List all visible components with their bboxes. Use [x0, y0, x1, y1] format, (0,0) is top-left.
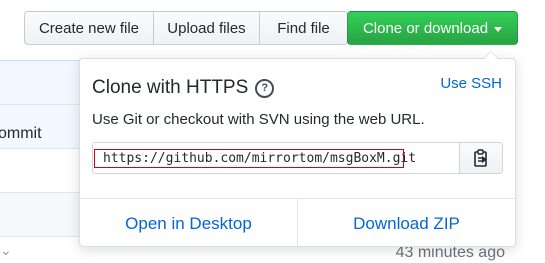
clipboard-icon: [474, 149, 488, 167]
create-new-file-button[interactable]: Create new file: [24, 11, 154, 45]
chevron-down-icon: [494, 26, 503, 32]
clone-or-download-label: Clone or download: [362, 19, 489, 37]
dropdown-pointer: [483, 51, 499, 59]
clone-or-download-button[interactable]: Clone or download: [347, 11, 518, 45]
copy-url-button[interactable]: [460, 142, 503, 174]
file-list-row: [0, 236, 80, 263]
clone-panel-description: Use Git or checkout with SVN using the w…: [92, 111, 425, 128]
upload-files-button[interactable]: Upload files: [153, 11, 260, 45]
file-list-row: [0, 192, 80, 237]
question-icon[interactable]: ?: [255, 78, 275, 98]
clone-panel-heading: Clone with HTTPS ?: [92, 77, 275, 99]
commit-header-band: [0, 60, 80, 105]
clone-panel-footer: Open in Desktop Download ZIP: [80, 198, 515, 248]
clone-url-group: https://github.com/mirrortom/msgBoxM.git: [92, 142, 503, 174]
github-repo-page: ommit ⌄ 43 minutes ago Create new file U…: [0, 0, 545, 263]
file-toolbar: Create new file Upload files Find file: [24, 11, 348, 45]
clone-dropdown: Clone with HTTPS ? Use SSH Use Git or ch…: [79, 51, 516, 248]
url-highlight-box: [94, 149, 404, 168]
open-in-desktop-button[interactable]: Open in Desktop: [80, 199, 298, 248]
find-file-button[interactable]: Find file: [259, 11, 348, 45]
latest-commit-fragment[interactable]: ommit: [0, 125, 42, 143]
clone-url-input[interactable]: https://github.com/mirrortom/msgBoxM.git: [92, 142, 461, 174]
clone-panel-title: Clone with HTTPS: [92, 77, 249, 98]
download-zip-button[interactable]: Download ZIP: [298, 199, 515, 248]
file-list-row: [0, 148, 80, 193]
use-ssh-link[interactable]: Use SSH: [440, 75, 502, 92]
file-row-fragment: ⌄: [0, 242, 12, 258]
